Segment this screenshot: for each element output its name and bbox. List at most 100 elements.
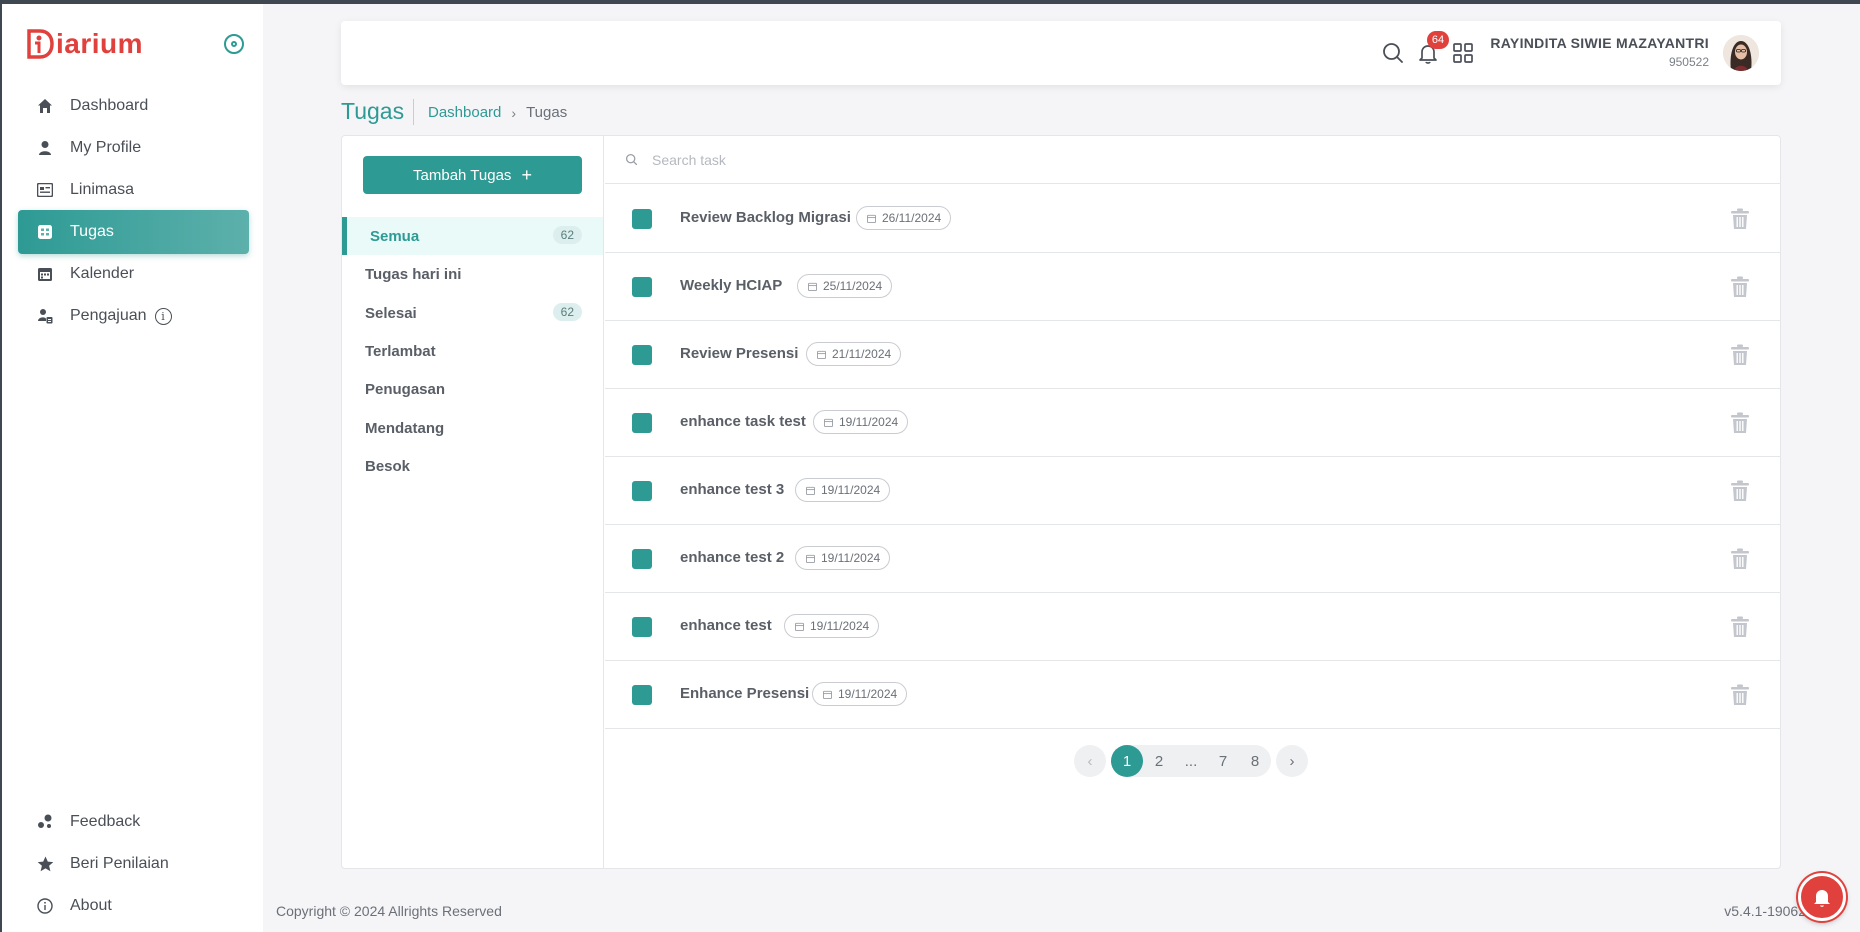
- sidebar-item-feedback[interactable]: Feedback: [18, 800, 249, 844]
- pagination-prev-button[interactable]: ‹: [1074, 745, 1106, 777]
- sidebar-item-kalender[interactable]: Kalender: [18, 252, 249, 296]
- trash-icon[interactable]: [1730, 412, 1750, 434]
- task-date: 19/11/2024: [838, 687, 898, 701]
- filter-besok[interactable]: Besok: [342, 447, 603, 485]
- sidebar-item-beri-penilaian[interactable]: Beri Penilaian: [18, 842, 249, 886]
- sidebar-toggle-icon[interactable]: [224, 34, 244, 54]
- task-row[interactable]: enhance test 3 19/11/2024: [605, 457, 1780, 525]
- trash-icon[interactable]: [1730, 616, 1750, 638]
- filter-tugas-hari-ini[interactable]: Tugas hari ini: [342, 255, 603, 293]
- task-date: 26/11/2024: [882, 211, 942, 225]
- filter-selesai[interactable]: Selesai 62: [342, 294, 603, 332]
- filter-label: Mendatang: [365, 419, 445, 437]
- page-button-1[interactable]: 1: [1111, 745, 1143, 777]
- task-list: Review Backlog Migrasi 26/11/2024 Weekly…: [605, 136, 1780, 868]
- user-name[interactable]: RAYINDITA SIWIE MAZAYANTRI: [1490, 35, 1709, 51]
- breadcrumb-link-dashboard[interactable]: Dashboard: [428, 104, 501, 121]
- info-icon: [36, 897, 54, 915]
- task-checkbox[interactable]: [632, 209, 652, 229]
- info-icon[interactable]: i: [154, 307, 172, 325]
- task-title[interactable]: Review Presensi: [680, 345, 798, 362]
- trash-icon[interactable]: [1730, 480, 1750, 502]
- calendar-icon: [867, 214, 876, 223]
- sidebar-item-label: Beri Penilaian: [70, 855, 169, 872]
- add-task-button[interactable]: Tambah Tugas +: [363, 156, 582, 194]
- sidebar-item-linimasa[interactable]: Linimasa: [18, 168, 249, 212]
- task-title[interactable]: Review Backlog Migrasi: [680, 209, 851, 226]
- title-divider: [413, 99, 414, 125]
- sidebar-item-tugas[interactable]: Tugas: [18, 210, 249, 254]
- trash-icon[interactable]: [1730, 684, 1750, 706]
- task-row[interactable]: Review Presensi 21/11/2024: [605, 321, 1780, 389]
- task-date-badge: 21/11/2024: [806, 342, 902, 366]
- trash-icon[interactable]: [1730, 276, 1750, 298]
- trash-icon[interactable]: [1730, 208, 1750, 230]
- task-row[interactable]: Review Backlog Migrasi 26/11/2024: [605, 185, 1780, 253]
- task-row[interactable]: Enhance Presensi 19/11/2024: [605, 661, 1780, 729]
- task-title[interactable]: enhance test: [680, 617, 772, 634]
- sidebar-item-label: Dashboard: [70, 97, 149, 114]
- task-title[interactable]: enhance test 2: [680, 549, 784, 566]
- task-date-badge: 19/11/2024: [795, 478, 891, 502]
- submission-icon: [36, 307, 54, 325]
- task-checkbox[interactable]: [632, 685, 652, 705]
- task-checkbox[interactable]: [632, 481, 652, 501]
- notification-bell-fab[interactable]: [1798, 873, 1846, 921]
- page-title: Tugas: [341, 98, 405, 124]
- task-date: 19/11/2024: [821, 483, 881, 497]
- filter-label: Selesai: [365, 304, 417, 322]
- task-icon: [36, 223, 54, 241]
- page-button-7[interactable]: 7: [1207, 745, 1239, 777]
- filter-semua[interactable]: Semua 62: [342, 217, 603, 255]
- search-icon: [625, 153, 638, 166]
- user-icon: [36, 139, 54, 157]
- filter-penugasan[interactable]: Penugasan: [342, 370, 603, 408]
- top-header: 64 RAYINDITA SIWIE MAZAYANTRI 950522: [341, 21, 1781, 85]
- breadcrumb: Dashboard › Tugas: [428, 104, 567, 121]
- trash-icon[interactable]: [1730, 344, 1750, 366]
- calendar-icon: [36, 265, 54, 283]
- pagination-pages: 1 2 ... 7 8: [1111, 745, 1271, 777]
- task-date: 19/11/2024: [821, 551, 881, 565]
- task-checkbox[interactable]: [632, 277, 652, 297]
- bell-icon: [1814, 890, 1830, 907]
- logo[interactable]: iarium: [26, 28, 143, 60]
- sidebar-item-about[interactable]: About: [18, 884, 249, 928]
- task-title[interactable]: Enhance Presensi: [680, 685, 809, 702]
- apps-grid-icon[interactable]: [1451, 41, 1475, 65]
- add-task-label: Tambah Tugas: [413, 166, 512, 184]
- filter-count-badge: 62: [552, 226, 582, 244]
- calendar-icon: [808, 282, 817, 291]
- top-border: [0, 0, 1860, 4]
- feedback-icon: [36, 813, 54, 831]
- task-checkbox[interactable]: [632, 413, 652, 433]
- sidebar-item-label: Tugas: [70, 223, 114, 240]
- calendar-icon: [823, 690, 832, 699]
- sidebar-item-label: My Profile: [70, 139, 142, 156]
- sidebar-item-pengajuan[interactable]: Pengajuan i: [18, 294, 249, 338]
- task-checkbox[interactable]: [632, 617, 652, 637]
- page-ellipsis: ...: [1184, 752, 1198, 770]
- task-checkbox[interactable]: [632, 345, 652, 365]
- filter-terlambat[interactable]: Terlambat: [342, 332, 603, 370]
- task-title[interactable]: Weekly HCIAP: [680, 277, 782, 294]
- task-checkbox[interactable]: [632, 549, 652, 569]
- sidebar-item-my-profile[interactable]: My Profile: [18, 126, 249, 170]
- task-row[interactable]: Weekly HCIAP 25/11/2024: [605, 253, 1780, 321]
- filter-mendatang[interactable]: Mendatang: [342, 409, 603, 447]
- task-title[interactable]: enhance task test: [680, 413, 806, 430]
- trash-icon[interactable]: [1730, 548, 1750, 570]
- filter-label: Terlambat: [365, 342, 436, 360]
- sidebar-item-dashboard[interactable]: Dashboard: [18, 84, 249, 128]
- page-button-8[interactable]: 8: [1239, 745, 1271, 777]
- search-input[interactable]: [652, 151, 1252, 168]
- page-button-2[interactable]: 2: [1143, 745, 1175, 777]
- filter-label: Penugasan: [365, 380, 446, 398]
- pagination-next-button[interactable]: ›: [1276, 745, 1308, 777]
- task-row[interactable]: enhance task test 19/11/2024: [605, 389, 1780, 457]
- search-icon[interactable]: [1381, 41, 1405, 65]
- task-row[interactable]: enhance test 2 19/11/2024: [605, 525, 1780, 593]
- avatar[interactable]: [1723, 35, 1759, 71]
- task-row[interactable]: enhance test 19/11/2024: [605, 593, 1780, 661]
- task-title[interactable]: enhance test 3: [680, 481, 784, 498]
